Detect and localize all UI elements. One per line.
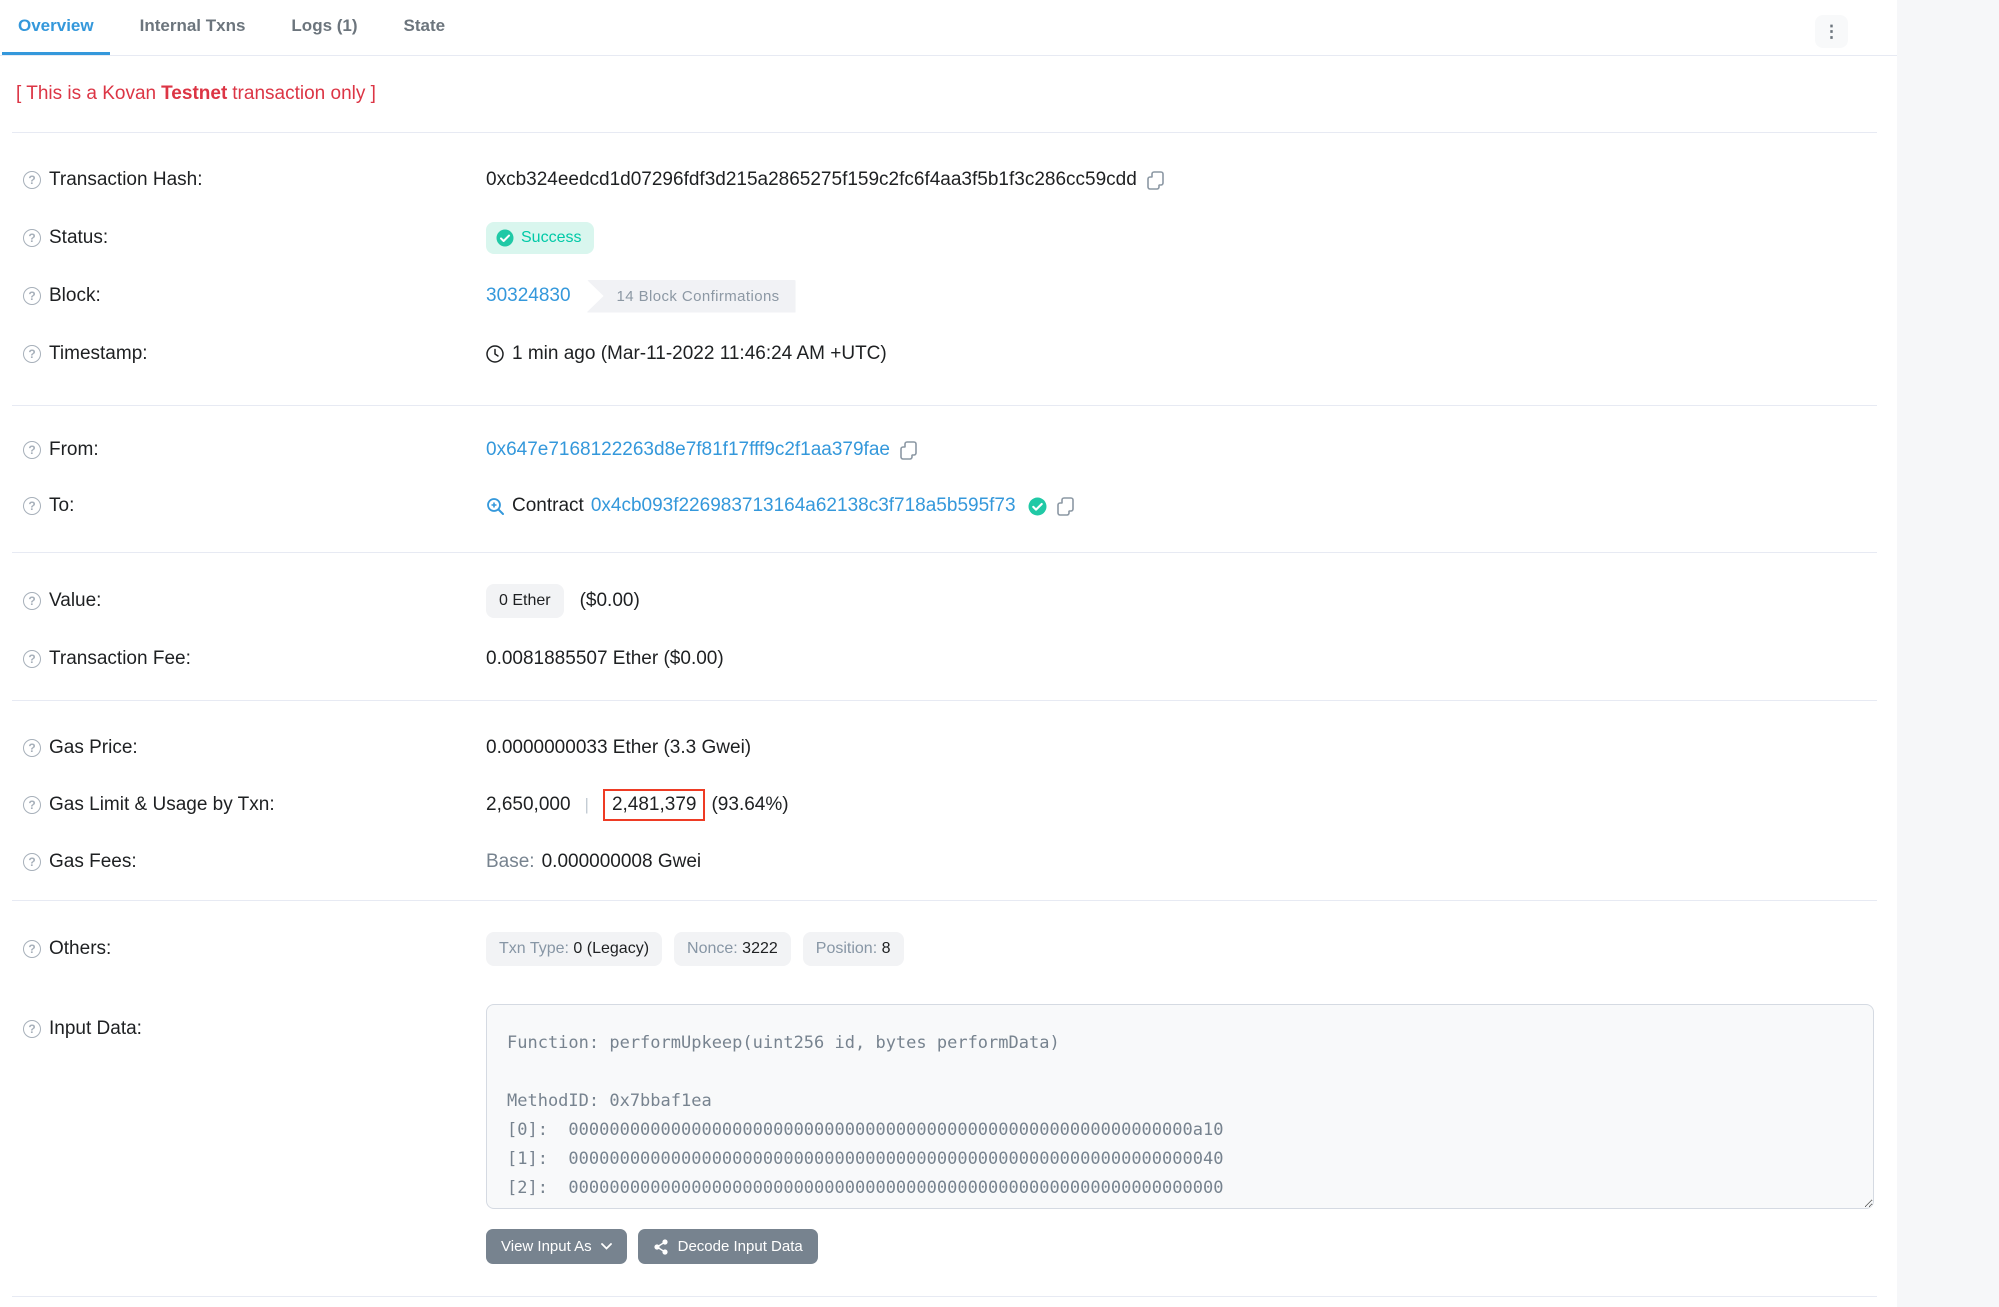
from-label: From: bbox=[49, 439, 99, 461]
transaction-hash-value: 0xcb324eedcd1d07296fdf3d215a2865275f159c… bbox=[486, 169, 1137, 191]
tab-logs[interactable]: Logs (1) bbox=[275, 0, 373, 55]
help-icon: ? bbox=[23, 441, 41, 459]
tab-state[interactable]: State bbox=[388, 0, 462, 55]
help-icon: ? bbox=[23, 739, 41, 757]
to-address-link[interactable]: 0x4cb093f226983713164a62138c3f718a5b595f… bbox=[591, 495, 1016, 517]
clock-icon bbox=[486, 345, 504, 363]
position-badge: Position: 8 bbox=[803, 932, 904, 966]
help-icon: ? bbox=[23, 853, 41, 871]
view-input-as-button[interactable]: View Input As bbox=[486, 1229, 627, 1264]
row-gas-limit-usage: ? Gas Limit & Usage by Txn: 2,650,000 | … bbox=[23, 776, 1897, 833]
row-gas-price: ? Gas Price: 0.0000000033 Ether (3.3 Gwe… bbox=[23, 719, 1897, 776]
txn-type-value: 0 (Legacy) bbox=[573, 940, 649, 957]
decode-input-data-label: Decode Input Data bbox=[678, 1238, 803, 1255]
timestamp-value: 1 min ago (Mar-11-2022 11:46:24 AM +UTC) bbox=[512, 343, 887, 365]
help-icon: ? bbox=[23, 650, 41, 668]
decode-icon bbox=[653, 1239, 669, 1255]
to-contract-prefix: Contract bbox=[512, 495, 584, 517]
chevron-down-icon bbox=[601, 1243, 612, 1250]
transaction-hash-label: Transaction Hash: bbox=[49, 169, 202, 191]
timestamp-label: Timestamp: bbox=[49, 343, 148, 365]
input-data-textarea[interactable]: Function: performUpkeep(uint256 id, byte… bbox=[486, 1004, 1874, 1209]
others-label: Others: bbox=[49, 938, 111, 960]
page-background-strip bbox=[1897, 0, 1999, 1307]
kebab-menu-button[interactable]: ⋮ bbox=[1815, 15, 1848, 48]
status-badge: Success bbox=[486, 222, 594, 254]
view-input-as-label: View Input As bbox=[501, 1238, 592, 1255]
value-label: Value: bbox=[49, 590, 101, 612]
kebab-icon: ⋮ bbox=[1823, 22, 1840, 42]
gas-separator: | bbox=[585, 795, 589, 815]
help-icon: ? bbox=[23, 287, 41, 305]
row-others: ? Others: Txn Type: 0 (Legacy) Nonce: 32… bbox=[23, 920, 1897, 978]
block-label: Block: bbox=[49, 285, 101, 307]
row-value: ? Value: 0 Ether ($0.00) bbox=[23, 572, 1897, 630]
help-icon: ? bbox=[23, 497, 41, 515]
help-icon: ? bbox=[23, 345, 41, 363]
tab-internal-txns[interactable]: Internal Txns bbox=[124, 0, 262, 55]
help-icon: ? bbox=[23, 796, 41, 814]
gas-price-label: Gas Price: bbox=[49, 737, 138, 759]
txn-type-label: Txn Type: bbox=[499, 940, 569, 957]
help-icon: ? bbox=[23, 1020, 41, 1038]
tab-overview[interactable]: Overview bbox=[2, 0, 110, 55]
row-timestamp: ? Timestamp: 1 min ago (Mar-11-2022 11:4… bbox=[23, 325, 1897, 383]
gas-limit-label: Gas Limit & Usage by Txn: bbox=[49, 794, 275, 816]
position-label: Position: bbox=[816, 940, 877, 957]
row-input-data: ? Input Data: Function: performUpkeep(ui… bbox=[23, 1004, 1897, 1264]
warning-prefix: [ This is a Kovan bbox=[16, 83, 156, 105]
nonce-badge: Nonce: 3222 bbox=[674, 932, 791, 966]
copy-icon[interactable] bbox=[900, 441, 917, 460]
status-value: Success bbox=[521, 229, 581, 247]
to-label: To: bbox=[49, 495, 74, 517]
position-value: 8 bbox=[882, 940, 891, 957]
row-block: ? Block: 30324830 14 Block Confirmations bbox=[23, 267, 1897, 325]
base-fee-value: 0.000000008 Gwei bbox=[542, 851, 702, 873]
copy-icon[interactable] bbox=[1147, 171, 1164, 190]
ether-value-badge: 0 Ether bbox=[486, 584, 564, 618]
value-usd: ($0.00) bbox=[580, 590, 640, 612]
row-transaction-hash: ? Transaction Hash: 0xcb324eedcd1d07296f… bbox=[23, 151, 1897, 209]
row-transaction-fee: ? Transaction Fee: 0.0081885507 Ether ($… bbox=[23, 630, 1897, 688]
copy-icon[interactable] bbox=[1057, 497, 1074, 516]
help-icon: ? bbox=[23, 229, 41, 247]
testnet-warning: [ This is a Kovan Testnet transaction on… bbox=[0, 56, 1897, 132]
base-fee-label: Base: bbox=[486, 851, 535, 873]
magnifier-plus-icon bbox=[486, 497, 505, 516]
help-icon: ? bbox=[23, 592, 41, 610]
warning-bold: Testnet bbox=[161, 83, 227, 105]
block-confirmations-badge: 14 Block Confirmations bbox=[587, 280, 796, 313]
transaction-fee-value: 0.0081885507 Ether ($0.00) bbox=[486, 648, 724, 670]
status-label: Status: bbox=[49, 227, 108, 249]
help-icon: ? bbox=[23, 171, 41, 189]
row-from: ? From: 0x647e7168122263d8e7f81f17fff9c2… bbox=[23, 422, 1897, 478]
input-data-label: Input Data: bbox=[49, 1018, 142, 1040]
row-gas-fees: ? Gas Fees: Base: 0.000000008 Gwei bbox=[23, 833, 1897, 890]
gas-price-value: 0.0000000033 Ether (3.3 Gwei) bbox=[486, 737, 751, 759]
decode-input-data-button[interactable]: Decode Input Data bbox=[638, 1229, 818, 1264]
from-address-link[interactable]: 0x647e7168122263d8e7f81f17fff9c2f1aa379f… bbox=[486, 439, 890, 461]
help-icon: ? bbox=[23, 940, 41, 958]
gas-used-value: 2,481,379 bbox=[612, 794, 697, 815]
tab-bar: Overview Internal Txns Logs (1) State ⋮ bbox=[0, 0, 1897, 56]
transaction-page: Overview Internal Txns Logs (1) State ⋮ … bbox=[0, 0, 1999, 1307]
divider bbox=[12, 1296, 1877, 1297]
warning-suffix: transaction only ] bbox=[232, 83, 376, 105]
block-number-link[interactable]: 30324830 bbox=[486, 285, 571, 307]
txn-type-badge: Txn Type: 0 (Legacy) bbox=[486, 932, 662, 966]
transaction-card: Overview Internal Txns Logs (1) State ⋮ … bbox=[0, 0, 1897, 1307]
check-circle-icon bbox=[496, 229, 514, 247]
gas-used-percent: (93.64%) bbox=[711, 794, 788, 816]
verified-check-icon bbox=[1028, 497, 1047, 516]
gas-fees-label: Gas Fees: bbox=[49, 851, 137, 873]
row-status: ? Status: Success bbox=[23, 209, 1897, 267]
gas-limit-value: 2,650,000 bbox=[486, 794, 571, 816]
transaction-fee-label: Transaction Fee: bbox=[49, 648, 191, 670]
nonce-label: Nonce: bbox=[687, 940, 738, 957]
nonce-value: 3222 bbox=[742, 940, 778, 957]
row-to: ? To: Contract 0x4cb093f226983713164a621… bbox=[23, 478, 1897, 534]
gas-used-highlight-box: 2,481,379 bbox=[603, 789, 706, 821]
